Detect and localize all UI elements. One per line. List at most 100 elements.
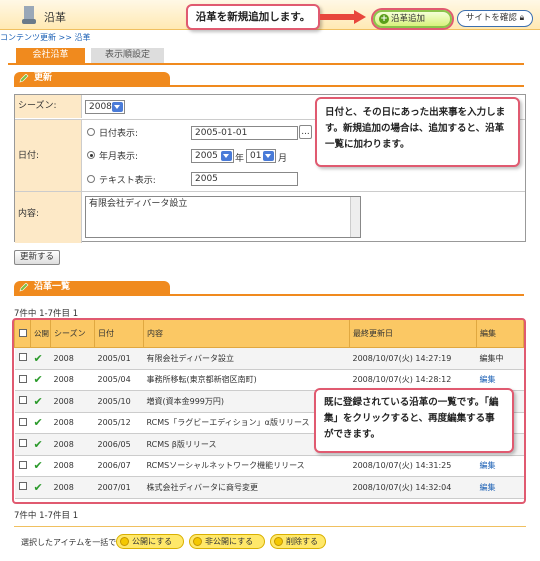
content-textarea[interactable]: 有限会社ディバータ設立: [85, 196, 361, 238]
row-date: 2005/10: [94, 390, 144, 413]
divider: [14, 85, 524, 87]
col-public: 公開: [30, 319, 51, 348]
daily-date-input[interactable]: 2005-01-01: [191, 126, 298, 140]
delete-label: 削除する: [286, 537, 318, 546]
bulk-label: 選択したアイテムを一括で: [21, 538, 117, 547]
row-updated: 2008/10/07(火) 14:27:19: [349, 347, 477, 370]
col-season: シーズン: [50, 319, 95, 348]
list-section-header: 沿革一覧: [14, 281, 170, 294]
check-icon: ✔: [33, 416, 43, 430]
row-public[interactable]: ✔: [30, 455, 51, 477]
row-date: 2005/01: [94, 347, 144, 370]
row-updated: 2008/10/07(火) 14:31:25: [349, 455, 477, 477]
check-icon: ✔: [33, 459, 43, 473]
col-updated: 最終更新日: [349, 319, 477, 348]
row-checkbox[interactable]: [18, 396, 27, 405]
chevron-down-icon: [112, 102, 123, 112]
date-label: 日付:: [15, 120, 82, 192]
row-public[interactable]: ✔: [30, 433, 51, 456]
scrollbar[interactable]: [350, 197, 360, 237]
row-checkbox[interactable]: [18, 482, 27, 491]
row-date: 2006/07: [94, 455, 144, 477]
row-select-cell: [14, 347, 31, 370]
radio-month-label: 年月表示:: [99, 152, 139, 162]
row-checkbox[interactable]: [18, 417, 27, 426]
arrow-icon: [320, 10, 366, 24]
row-content: 株式会社ディバータに商号変更: [143, 476, 350, 499]
season-select[interactable]: 2008: [85, 100, 125, 114]
pencil-icon: [19, 283, 29, 292]
row-select-cell: [14, 455, 31, 477]
row-edit-link[interactable]: 編集: [476, 455, 524, 477]
calendar-button[interactable]: ...: [299, 125, 312, 139]
callout-list: 既に登録されている沿革の一覧です。「編集」をクリックすると、再度編集する事ができ…: [314, 388, 514, 453]
row-season: 2008: [50, 433, 95, 456]
check-icon: ✔: [33, 480, 43, 494]
update-section-title: 更新: [34, 73, 53, 83]
row-updated: 2008/10/07(火) 14:32:04: [349, 476, 477, 499]
callout-add: 沿革を新規追加します。: [186, 4, 320, 30]
radio-text[interactable]: [87, 175, 95, 183]
row-public[interactable]: ✔: [30, 347, 51, 370]
select-all-cell: [14, 319, 31, 348]
row-season: 2008: [50, 455, 95, 477]
radio-text-label: テキスト表示:: [99, 176, 156, 186]
month-year-select[interactable]: 2005: [191, 149, 234, 163]
row-select-cell: [14, 476, 31, 499]
breadcrumb[interactable]: コンテンツ更新 >> 沿革: [0, 32, 91, 43]
row-season: 2008: [50, 390, 95, 413]
col-content: 内容: [143, 319, 350, 348]
table-row: ✔ 2008 2005/01 有限会社ディバータ設立 2008/10/07(火) 14:…: [14, 347, 524, 370]
delete-button[interactable]: 削除する: [270, 534, 326, 549]
unpublish-button[interactable]: 非公開にする: [189, 534, 265, 549]
text-date-input[interactable]: 2005: [191, 172, 298, 186]
row-season: 2008: [50, 347, 95, 370]
update-button[interactable]: 更新する: [14, 250, 60, 265]
row-edit-link[interactable]: 編集: [476, 476, 524, 499]
row-public[interactable]: ✔: [30, 476, 51, 499]
month-select[interactable]: 01: [246, 149, 276, 163]
check-icon: ✔: [33, 437, 43, 451]
month-value: 01: [250, 151, 262, 161]
circle-icon: [274, 537, 283, 546]
season-value: 2008: [89, 102, 112, 112]
radio-daily-label: 日付表示:: [99, 129, 139, 139]
row-checkbox[interactable]: [18, 353, 27, 362]
check-icon: ✔: [33, 394, 43, 408]
radio-daily[interactable]: [87, 128, 95, 136]
row-edit-link: 編集中: [476, 347, 524, 370]
plus-icon: +: [379, 14, 389, 24]
select-all-checkbox[interactable]: [19, 328, 27, 337]
month-unit: 月: [278, 154, 288, 164]
row-checkbox[interactable]: [18, 460, 27, 469]
page-icon: [22, 6, 36, 24]
callout-form: 日付と、その日にあった出来事を入力します。新規追加の場合は、追加すると、沿革一覧…: [315, 97, 520, 167]
row-checkbox[interactable]: [18, 439, 27, 448]
table-row: ✔ 2008 2006/07 RCMSソーシャルネットワーク機能リリース 2008/10…: [14, 455, 524, 477]
table-row: ✔ 2008 2007/01 株式会社ディバータに商号変更 2008/10/07(火) …: [14, 476, 524, 499]
row-date: 2005/12: [94, 412, 144, 434]
radio-month[interactable]: [87, 151, 95, 159]
row-select-cell: [14, 412, 31, 434]
row-select-cell: [14, 369, 31, 391]
col-edit: 編集: [476, 319, 524, 348]
row-select-cell: [14, 433, 31, 456]
view-site-button[interactable]: サイトを確認 🔒︎: [457, 10, 533, 27]
pagination-top: 7件中 1-7件目 1: [14, 309, 79, 319]
tab-underline: [8, 63, 524, 65]
circle-icon: [193, 537, 202, 546]
check-icon: ✔: [33, 373, 43, 387]
row-public[interactable]: ✔: [30, 412, 51, 434]
pagination-bottom: 7件中 1-7件目 1: [14, 511, 79, 521]
row-public[interactable]: ✔: [30, 369, 51, 391]
row-season: 2008: [50, 476, 95, 499]
tab-display-order[interactable]: 表示順設定: [91, 48, 164, 63]
divider: [14, 294, 524, 296]
tab-company-history[interactable]: 会社沿革: [16, 48, 85, 63]
row-public[interactable]: ✔: [30, 390, 51, 413]
publish-button[interactable]: 公開にする: [116, 534, 184, 549]
add-history-button[interactable]: + 沿革追加: [373, 10, 452, 28]
row-content: RCMSソーシャルネットワーク機能リリース: [143, 455, 350, 477]
row-checkbox[interactable]: [18, 374, 27, 383]
check-icon: ✔: [33, 351, 43, 365]
